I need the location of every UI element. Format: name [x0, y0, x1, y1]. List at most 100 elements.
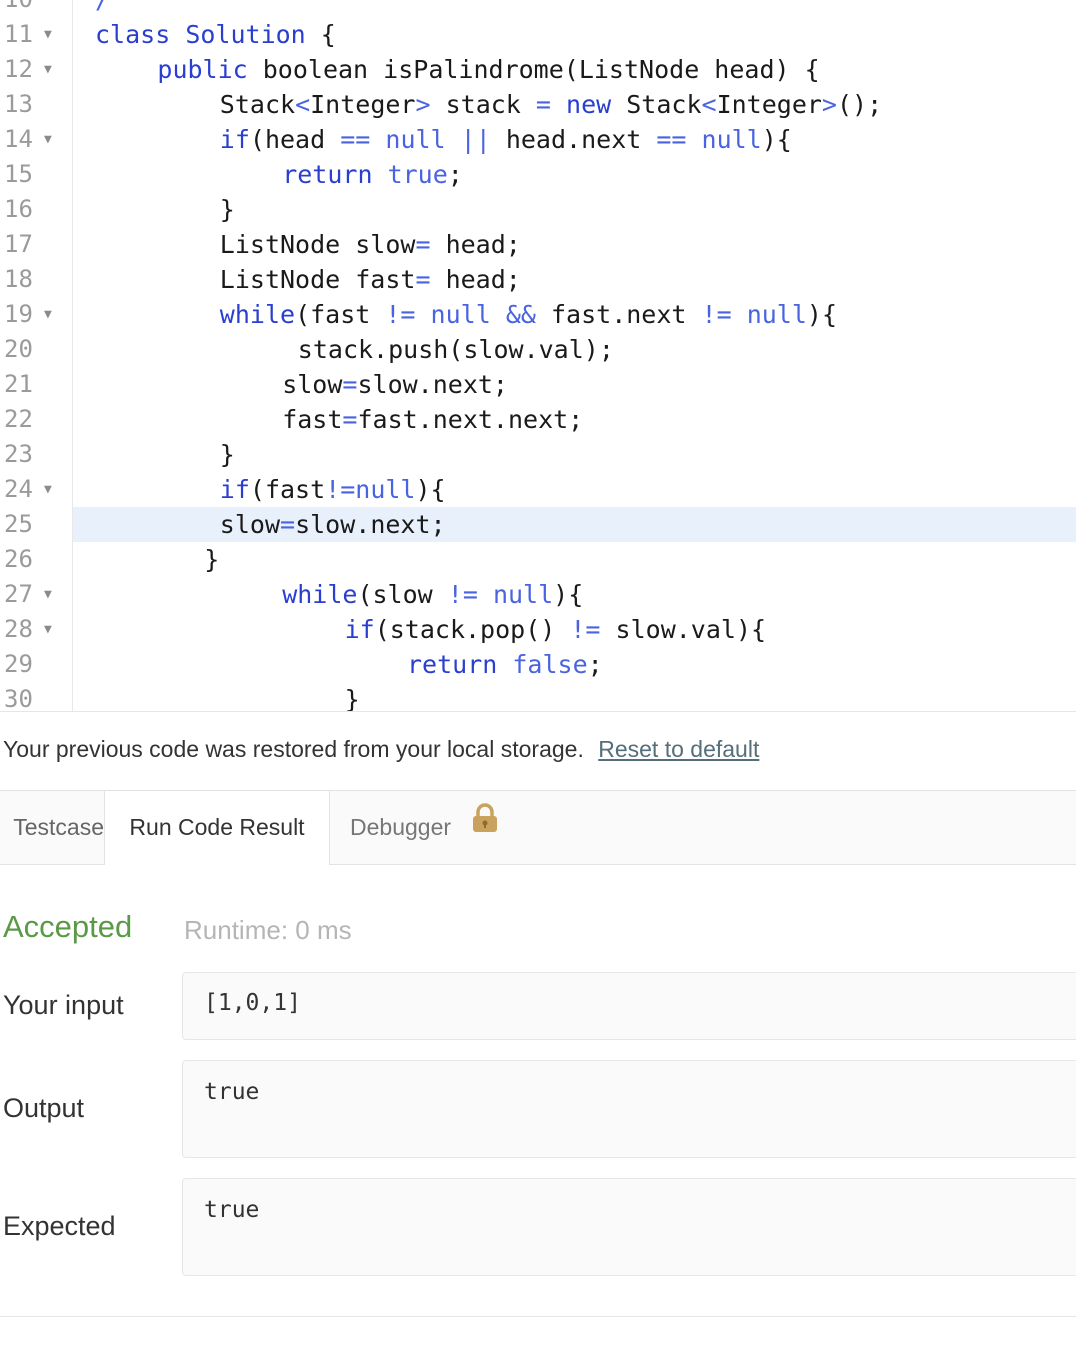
code-line[interactable]: 12 ▼ public boolean isPalindrome(ListNode …	[0, 52, 1076, 87]
restore-notice-text: Your previous code was restored from you…	[3, 736, 584, 762]
code-line[interactable]: 30}	[0, 682, 1076, 712]
code-token: ==	[656, 125, 687, 154]
code-token: ){	[553, 580, 584, 609]
code-token: (stack.pop()	[374, 615, 571, 644]
code-token: }	[344, 685, 360, 712]
code-line[interactable]: 14 ▼ if(head == null || head.next == null)…	[0, 122, 1076, 157]
code-token: fast.next	[535, 300, 702, 329]
code-line[interactable]: 17 ListNode slow= head;	[0, 227, 1076, 262]
code-line[interactable]: 20 stack.push(slow.val);	[0, 332, 1076, 367]
line-number: 14	[4, 125, 33, 153]
code-text: if(stack.pop() != slow.val){	[345, 612, 766, 647]
code-line[interactable]: 26}	[0, 542, 1076, 577]
code-token: null	[430, 300, 491, 329]
code-text: slow=slow.next;	[282, 367, 508, 402]
expected-box: true	[182, 1178, 1076, 1276]
code-line[interactable]: 28 ▼ if(stack.pop() != slow.val){	[0, 612, 1076, 647]
code-token: ==	[340, 125, 371, 154]
code-token: slow.next;	[295, 510, 446, 539]
code-line[interactable]: 10 /	[0, 0, 1076, 17]
fold-toggle-icon[interactable]: ▼	[44, 297, 52, 332]
code-text: ListNode slow= head;	[220, 227, 521, 262]
code-token: while	[219, 300, 296, 329]
input-label: Your input	[3, 990, 124, 1020]
expected-value: true	[204, 1197, 260, 1223]
code-text: /	[95, 0, 110, 17]
code-token: }	[204, 545, 220, 574]
code-token: head;	[430, 265, 521, 294]
input-box: [1,0,1]	[182, 972, 1076, 1040]
code-text: ListNode fast= head;	[220, 262, 521, 297]
code-token: ListNode slow	[219, 230, 416, 259]
code-token: {	[305, 20, 336, 49]
result-status: Accepted	[3, 909, 133, 944]
line-number: 29	[4, 650, 33, 678]
code-line[interactable]: 13 Stack<Integer> stack = new Stack<Integ…	[0, 87, 1076, 122]
reset-to-default-link[interactable]: Reset to default	[598, 736, 759, 762]
code-text: while(fast != null && fast.next != null)…	[220, 297, 837, 332]
fold-toggle-icon[interactable]: ▼	[44, 612, 52, 647]
line-number: 15	[4, 160, 33, 188]
code-line[interactable]: 15 return true;	[0, 157, 1076, 192]
code-token: null	[385, 125, 446, 154]
code-token: <	[295, 90, 311, 119]
tab-debugger-label: Debugger	[350, 814, 452, 840]
code-token: public	[157, 55, 248, 84]
tab-run-code-result[interactable]: Run Code Result	[104, 791, 330, 865]
restore-notice: Your previous code was restored from you…	[3, 736, 759, 763]
code-token: return	[282, 160, 373, 189]
tab-debugger[interactable]: Debugger	[350, 791, 499, 864]
line-number: 19	[4, 300, 33, 328]
code-token: ){	[806, 300, 838, 329]
code-token: slow.val){	[600, 615, 767, 644]
input-value: [1,0,1]	[204, 990, 301, 1016]
code-token: ();	[836, 90, 883, 119]
code-token: head.next	[490, 125, 657, 154]
code-token: !=	[447, 580, 478, 609]
fold-toggle-icon[interactable]: ▼	[44, 577, 52, 612]
code-token: null	[355, 475, 416, 504]
line-number: 22	[4, 405, 33, 433]
fold-toggle-icon[interactable]: ▼	[44, 472, 52, 507]
fold-toggle-icon[interactable]: ▼	[44, 122, 52, 157]
code-line[interactable]: 24 ▼ if(fast!=null){	[0, 472, 1076, 507]
code-line[interactable]: 29 return false;	[0, 647, 1076, 682]
output-label: Output	[3, 1093, 85, 1123]
code-token: slow	[219, 510, 281, 539]
code-line[interactable]: 25 slow=slow.next;	[0, 507, 1076, 542]
code-token: null	[701, 125, 762, 154]
code-line[interactable]: 18 ListNode fast= head;	[0, 262, 1076, 297]
code-line[interactable]: 16}	[0, 192, 1076, 227]
code-text: }	[220, 192, 235, 227]
code-line[interactable]: 21 slow=slow.next;	[0, 367, 1076, 402]
output-box: true	[182, 1060, 1076, 1158]
divider	[0, 1316, 1076, 1317]
code-token: Solution	[185, 20, 306, 49]
line-number: 23	[4, 440, 33, 468]
code-line[interactable]: 11 ▼ class Solution {	[0, 17, 1076, 52]
fold-toggle-icon[interactable]: ▼	[44, 17, 52, 52]
code-token: slow.next;	[357, 370, 508, 399]
code-token: !=	[570, 615, 601, 644]
code-token: =	[415, 265, 431, 294]
code-token: =	[535, 90, 551, 119]
code-line[interactable]: 19 ▼ while(fast != null && fast.next != nu…	[0, 297, 1076, 332]
tab-testcase[interactable]: Testcase	[0, 791, 104, 864]
code-editor[interactable]: 10/11▼class Solution {12▼public boolean …	[0, 0, 1076, 712]
line-number: 13	[4, 90, 33, 118]
code-line[interactable]: 22 fast=fast.next.next;	[0, 402, 1076, 437]
code-token: !=	[701, 300, 732, 329]
code-line[interactable]: 23}	[0, 437, 1076, 472]
code-token: ){	[415, 475, 446, 504]
line-number: 30	[4, 685, 33, 712]
code-line[interactable]: 27 ▼ while(slow != null){	[0, 577, 1076, 612]
code-token: boolean isPalindrome(ListNode head) {	[247, 55, 820, 84]
fold-toggle-icon[interactable]: ▼	[44, 52, 52, 87]
